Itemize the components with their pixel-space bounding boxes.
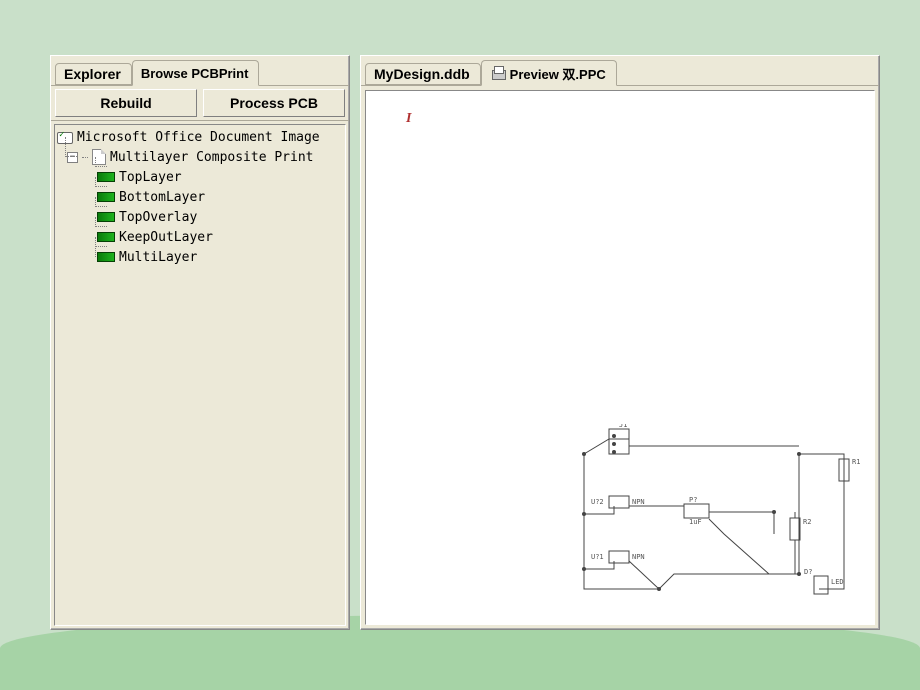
label-npn2: NPN [632,553,645,561]
layer-label: KeepOutLayer [119,230,213,245]
tab-explorer[interactable]: Explorer [55,63,132,85]
layer-icon [97,252,115,262]
tree-connector-h [82,157,88,158]
label-u1: U?1 [591,553,604,561]
label-npn1: NPN [632,498,645,506]
preview-canvas[interactable]: I [365,90,875,625]
left-tab-bar: Explorer Browse PCBPrint [51,56,349,86]
tree-connector [95,237,107,247]
tab-mydesign[interactable]: MyDesign.ddb [365,63,481,85]
tree-connector [95,197,107,207]
toolbar: Rebuild Process PCB [51,86,349,121]
tree-root[interactable]: Microsoft Office Document Image [57,127,345,147]
label-d1: D? [804,568,812,576]
tree-connector [65,137,77,157]
tree-connector [95,237,96,257]
layer-label: TopOverlay [119,210,197,225]
label-p1: P? [689,496,697,504]
tab-preview-label: Preview 双.PPC [510,64,606,83]
layer-label: BottomLayer [119,190,205,205]
layer-label: TopLayer [119,170,182,185]
printer-icon [490,66,506,80]
app-window: Explorer Browse PCBPrint Rebuild Process… [50,55,880,630]
label-u2: U?2 [591,498,604,506]
right-tab-bar: MyDesign.ddb Preview 双.PPC [361,56,879,86]
cursor-marker: I [406,111,411,127]
pcb-schematic: J1 R1 U?2 NPN U?1 NPN P? 1uF R2 D? LED [564,424,864,624]
layer-tree[interactable]: Microsoft Office Document Image − Multil… [54,124,346,626]
explorer-panel: Explorer Browse PCBPrint Rebuild Process… [50,55,350,630]
tree-connector [95,177,107,187]
process-pcb-button[interactable]: Process PCB [203,89,345,117]
tab-preview[interactable]: Preview 双.PPC [481,60,617,86]
tab-browse-pcbprint[interactable]: Browse PCBPrint [132,60,260,86]
label-uf: 1uF [689,518,702,526]
layer-label: MultiLayer [119,250,197,265]
label-led: LED [831,578,844,586]
tree-root-label: Microsoft Office Document Image [77,130,320,145]
label-r2: R2 [803,518,811,526]
preview-panel: MyDesign.ddb Preview 双.PPC I [360,55,880,630]
label-r1: R1 [852,458,860,466]
tree-composite-label: Multilayer Composite Print [110,150,314,165]
tree-connector [95,217,107,227]
label-j1: J1 [619,424,627,429]
tree-connector [95,157,107,167]
rebuild-button[interactable]: Rebuild [55,89,197,117]
tree-layer-multi[interactable]: MultiLayer [57,247,345,267]
